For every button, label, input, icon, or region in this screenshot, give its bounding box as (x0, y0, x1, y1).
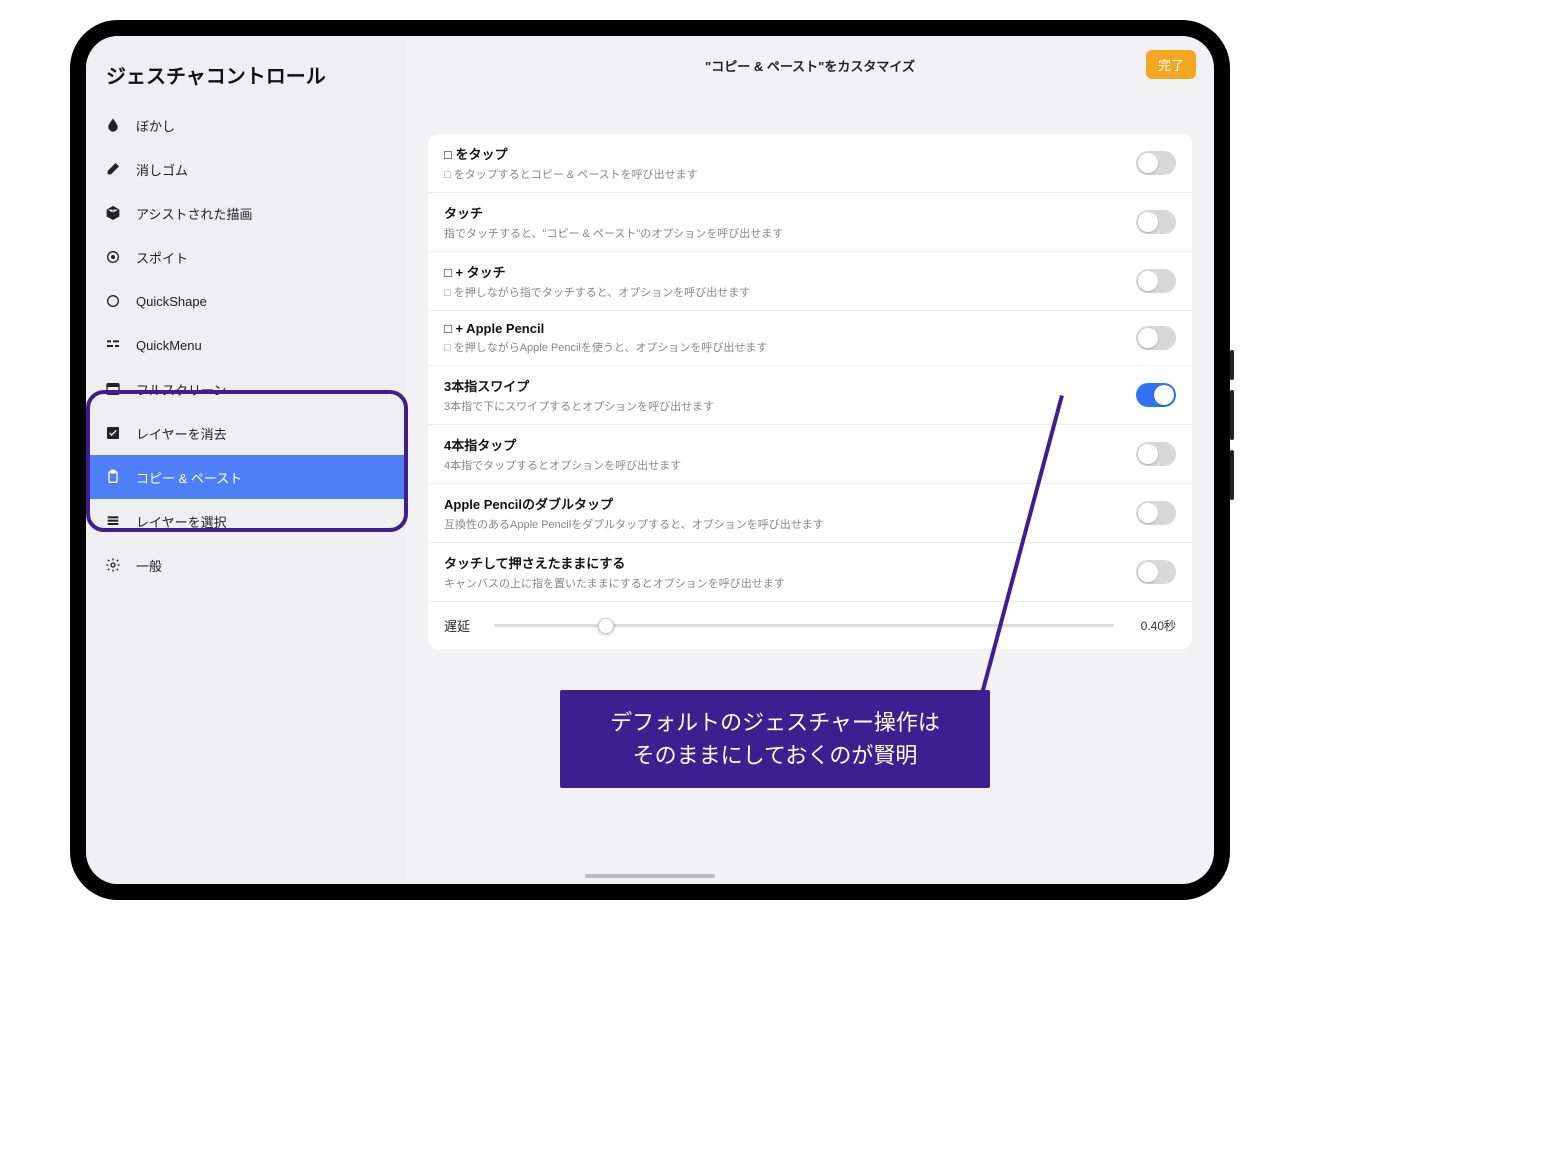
sidebar-item-label: アシストされた描画 (136, 204, 252, 223)
sidebar-item-eraser[interactable]: 消しゴム (86, 147, 406, 191)
toggle-square-touch[interactable] (1136, 269, 1176, 293)
sidebar-item-label: ぼかし (136, 116, 175, 135)
sidebar-item-label: スポイト (136, 248, 188, 267)
check-icon (104, 424, 122, 442)
sidebar-item-blur[interactable]: ぼかし (86, 103, 406, 147)
callout-text-line1: デフォルトのジェスチャー操作は (586, 706, 964, 739)
slider-value: 0.40秒 (1126, 617, 1176, 634)
option-desc: □ をタップするとコピー & ペーストを呼び出せます (444, 166, 1136, 182)
eraser-icon (104, 160, 122, 178)
option-row-touch-hold: タッチして押さえたままにする キャンバスの上に指を置いたままにするとオプションを… (428, 543, 1192, 602)
sidebar-item-select-layer[interactable]: レイヤーを選択 (86, 499, 406, 543)
sidebar-item-clear-layer[interactable]: レイヤーを消去 (86, 411, 406, 455)
done-button[interactable]: 完了 (1146, 50, 1196, 79)
cube-icon (104, 204, 122, 222)
sidebar-item-label: フルスクリーン (136, 380, 226, 399)
option-row-tap: □ をタップ □ をタップするとコピー & ペーストを呼び出せます (428, 134, 1192, 193)
option-desc: 互換性のあるApple Pencilをダブルタップすると、オプションを呼び出せま… (444, 516, 1136, 532)
option-desc: 3本指で下にスワイプするとオプションを呼び出せます (444, 398, 1136, 414)
option-row-pencil-doubletap: Apple Pencilのダブルタップ 互換性のあるApple Pencilをダ… (428, 484, 1192, 543)
toggle-pencil-doubletap[interactable] (1136, 501, 1176, 525)
sidebar: ジェスチャコントロール ぼかし 消しゴム アシストされた描画 スポイト Quic… (86, 36, 406, 884)
option-row-4finger-tap: 4本指タップ 4本指でタップするとオプションを呼び出せます (428, 425, 1192, 484)
sidebar-item-assisted-drawing[interactable]: アシストされた描画 (86, 191, 406, 235)
sidebar-item-label: QuickShape (136, 294, 207, 309)
clipboard-icon (104, 468, 122, 486)
option-row-touch: タッチ 指でタッチすると、"コピー & ペースト"のオプションを呼び出せます (428, 193, 1192, 252)
sidebar-item-label: 一般 (136, 556, 162, 575)
option-desc: □ を押しながら指でタッチすると、オプションを呼び出せます (444, 284, 1136, 300)
option-desc: 指でタッチすると、"コピー & ペースト"のオプションを呼び出せます (444, 225, 1136, 241)
option-title: タッチして押さえたままにする (444, 553, 1136, 572)
sidebar-item-label: 消しゴム (136, 160, 188, 179)
option-desc: 4本指でタップするとオプションを呼び出せます (444, 457, 1136, 473)
main-header: "コピー & ペースト"をカスタマイズ 完了 (406, 36, 1214, 94)
sidebar-item-quickshape[interactable]: QuickShape (86, 279, 406, 323)
fullscreen-icon (104, 380, 122, 398)
option-title: 3本指スワイプ (444, 376, 1136, 395)
target-icon (104, 248, 122, 266)
options-panel: □ をタップ □ をタップするとコピー & ペーストを呼び出せます タッチ 指で… (428, 134, 1192, 649)
option-title: 4本指タップ (444, 435, 1136, 454)
toggle-touch-hold[interactable] (1136, 560, 1176, 584)
option-desc: キャンバスの上に指を置いたままにするとオプションを呼び出せます (444, 575, 1136, 591)
toggle-touch[interactable] (1136, 210, 1176, 234)
option-row-3finger-swipe: 3本指スワイプ 3本指で下にスワイプするとオプションを呼び出せます (428, 366, 1192, 425)
toggle-4finger-tap[interactable] (1136, 442, 1176, 466)
gear-icon (104, 556, 122, 574)
option-title: □ + Apple Pencil (444, 321, 1136, 336)
option-title: □ をタップ (444, 144, 1136, 163)
slider-label: 遅延 (444, 616, 482, 635)
page-title: "コピー & ペースト"をカスタマイズ (705, 56, 915, 75)
blur-icon (104, 116, 122, 134)
delay-slider[interactable] (494, 624, 1114, 627)
sidebar-item-label: コピー & ペースト (136, 468, 242, 487)
annotation-callout: デフォルトのジェスチャー操作は そのままにしておくのが賢明 (560, 690, 990, 788)
sidebar-item-label: QuickMenu (136, 338, 202, 353)
delay-slider-row: 遅延 0.40秒 (428, 602, 1192, 649)
quickmenu-icon (104, 336, 122, 354)
sidebar-item-fullscreen[interactable]: フルスクリーン (86, 367, 406, 411)
quickshape-icon (104, 292, 122, 310)
option-row-square-touch: □ + タッチ □ を押しながら指でタッチすると、オプションを呼び出せます (428, 252, 1192, 311)
sidebar-item-label: レイヤーを選択 (136, 512, 227, 531)
device-side-buttons (1230, 350, 1234, 500)
option-desc: □ を押しながらApple Pencilを使うと、オプションを呼び出せます (444, 339, 1136, 355)
toggle-3finger-swipe[interactable] (1136, 383, 1176, 407)
layers-icon (104, 512, 122, 530)
sidebar-title: ジェスチャコントロール (86, 54, 406, 103)
sidebar-item-label: レイヤーを消去 (136, 424, 227, 443)
toggle-tap[interactable] (1136, 151, 1176, 175)
callout-text-line2: そのままにしておくのが賢明 (586, 739, 964, 772)
home-indicator (585, 874, 715, 878)
sidebar-item-copy-paste[interactable]: コピー & ペースト (86, 455, 406, 499)
option-title: □ + タッチ (444, 262, 1136, 281)
slider-thumb[interactable] (598, 618, 614, 634)
toggle-square-pencil[interactable] (1136, 326, 1176, 350)
sidebar-item-quickmenu[interactable]: QuickMenu (86, 323, 406, 367)
option-title: タッチ (444, 203, 1136, 222)
sidebar-item-eyedropper[interactable]: スポイト (86, 235, 406, 279)
sidebar-item-general[interactable]: 一般 (86, 543, 406, 587)
option-row-square-pencil: □ + Apple Pencil □ を押しながらApple Pencilを使う… (428, 311, 1192, 366)
